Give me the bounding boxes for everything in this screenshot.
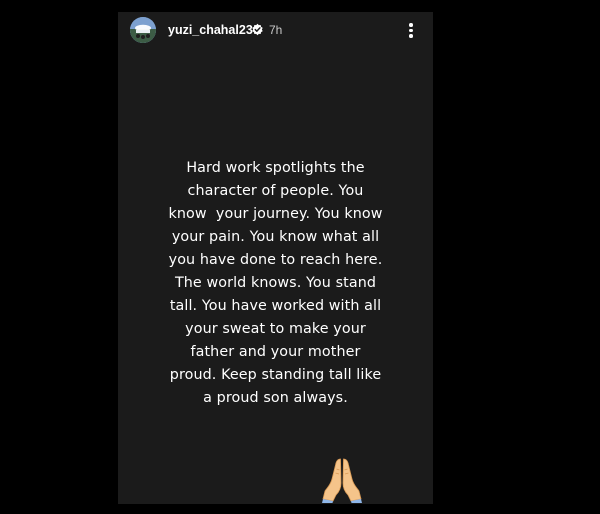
message-line: proud. Keep standing tall like xyxy=(169,367,382,383)
message-line: you have done to reach here. xyxy=(168,252,383,268)
story-message: Hard work spotlights the character of pe… xyxy=(138,157,413,410)
message-line: The world knows. You stand xyxy=(174,275,377,291)
more-options-icon[interactable] xyxy=(402,20,420,40)
message-line: tall. You have worked with all xyxy=(169,298,382,314)
username[interactable]: yuzi_chahal23 xyxy=(168,22,253,38)
message-line: father and your mother xyxy=(190,344,361,360)
avatar-image xyxy=(130,17,156,43)
message-line: character of people. You xyxy=(187,183,364,199)
story-viewer[interactable]: yuzi_chahal23 7h Hard work spotlights th… xyxy=(118,12,433,504)
verified-badge-icon xyxy=(252,23,263,36)
avatar[interactable] xyxy=(130,17,156,43)
message-line: your pain. You know what all xyxy=(171,229,380,245)
message-line: a proud son always. xyxy=(203,390,348,406)
folded-hands-emoji xyxy=(322,458,362,503)
message-line: Hard work spotlights the xyxy=(186,160,365,176)
story-header: yuzi_chahal23 7h xyxy=(118,12,433,48)
message-line: your sweat to make your xyxy=(185,321,366,337)
message-line: know your journey. You know xyxy=(168,206,383,222)
timestamp: 7h xyxy=(269,23,283,37)
